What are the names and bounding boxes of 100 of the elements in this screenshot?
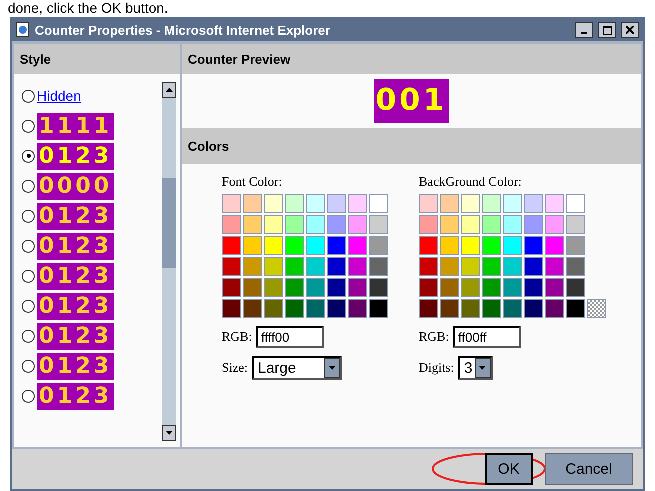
color-swatch[interactable] — [222, 215, 241, 234]
color-swatch[interactable] — [264, 299, 283, 318]
counter-style-sample[interactable]: 0123 — [37, 352, 114, 380]
color-swatch[interactable] — [327, 257, 346, 276]
color-swatch[interactable] — [369, 236, 388, 255]
color-swatch[interactable] — [545, 194, 564, 213]
color-swatch[interactable] — [566, 236, 585, 255]
counter-style-sample[interactable]: 0000 — [37, 172, 114, 200]
counter-style-sample[interactable]: 0123 — [37, 202, 114, 230]
color-swatch[interactable] — [264, 236, 283, 255]
color-swatch[interactable] — [503, 299, 522, 318]
color-swatch[interactable] — [566, 257, 585, 276]
color-swatch[interactable] — [461, 194, 480, 213]
color-swatch[interactable] — [369, 257, 388, 276]
radio-button[interactable] — [22, 390, 35, 402]
color-swatch[interactable] — [264, 278, 283, 297]
color-swatch[interactable] — [461, 278, 480, 297]
ok-button[interactable]: OK — [485, 453, 533, 485]
transparent-swatch[interactable] — [587, 299, 606, 318]
color-swatch[interactable] — [285, 194, 304, 213]
color-swatch[interactable] — [243, 215, 262, 234]
color-swatch[interactable] — [482, 215, 501, 234]
color-swatch[interactable] — [503, 194, 522, 213]
color-swatch[interactable] — [222, 299, 241, 318]
color-swatch[interactable] — [243, 299, 262, 318]
color-swatch[interactable] — [369, 299, 388, 318]
radio-button[interactable] — [22, 330, 35, 342]
radio-button[interactable] — [22, 240, 35, 252]
radio-button[interactable] — [22, 120, 35, 132]
color-swatch[interactable] — [348, 278, 367, 297]
color-swatch[interactable] — [222, 278, 241, 297]
color-swatch[interactable] — [264, 215, 283, 234]
color-swatch[interactable] — [440, 194, 459, 213]
color-swatch[interactable] — [566, 194, 585, 213]
rgb-input[interactable]: ffff00 — [256, 326, 324, 348]
color-swatch[interactable] — [285, 236, 304, 255]
color-swatch[interactable] — [306, 257, 325, 276]
color-swatch[interactable] — [243, 194, 262, 213]
counter-style-sample[interactable]: 0123 — [37, 292, 114, 320]
radio-button[interactable] — [22, 360, 35, 372]
color-swatch[interactable] — [461, 299, 480, 318]
counter-style-sample[interactable]: 0123 — [37, 322, 114, 350]
color-swatch[interactable] — [306, 236, 325, 255]
counter-style-sample[interactable]: 0123 — [37, 232, 114, 260]
radio-button[interactable] — [22, 180, 35, 192]
color-swatch[interactable] — [482, 236, 501, 255]
color-swatch[interactable] — [348, 194, 367, 213]
color-swatch[interactable] — [419, 236, 438, 255]
color-swatch[interactable] — [348, 299, 367, 318]
color-swatch[interactable] — [222, 236, 241, 255]
counter-style-sample[interactable]: 1111 — [37, 112, 114, 140]
color-swatch[interactable] — [503, 257, 522, 276]
radio-button[interactable] — [22, 270, 35, 282]
color-swatch[interactable] — [369, 278, 388, 297]
radio-button[interactable] — [22, 150, 35, 162]
maximize-button[interactable] — [598, 22, 616, 38]
radio-button[interactable] — [22, 210, 35, 222]
color-swatch[interactable] — [419, 299, 438, 318]
color-swatch[interactable] — [243, 257, 262, 276]
color-swatch[interactable] — [327, 215, 346, 234]
counter-style-sample[interactable]: 0123 — [37, 142, 114, 170]
color-swatch[interactable] — [327, 299, 346, 318]
size-dropdown[interactable]: Large — [252, 356, 342, 380]
color-swatch[interactable] — [461, 236, 480, 255]
color-swatch[interactable] — [566, 299, 585, 318]
color-swatch[interactable] — [566, 215, 585, 234]
color-swatch[interactable] — [369, 194, 388, 213]
counter-style-sample[interactable]: 0123 — [37, 382, 114, 410]
color-swatch[interactable] — [545, 257, 564, 276]
hidden-link[interactable]: Hidden — [37, 88, 82, 104]
color-swatch[interactable] — [306, 299, 325, 318]
color-swatch[interactable] — [440, 278, 459, 297]
color-swatch[interactable] — [503, 215, 522, 234]
color-swatch[interactable] — [440, 236, 459, 255]
color-swatch[interactable] — [545, 215, 564, 234]
color-swatch[interactable] — [482, 257, 501, 276]
color-swatch[interactable] — [264, 257, 283, 276]
color-swatch[interactable] — [222, 257, 241, 276]
color-swatch[interactable] — [545, 278, 564, 297]
color-swatch[interactable] — [524, 215, 543, 234]
close-button[interactable] — [621, 22, 639, 38]
color-swatch[interactable] — [482, 194, 501, 213]
color-swatch[interactable] — [243, 278, 262, 297]
color-swatch[interactable] — [461, 215, 480, 234]
color-swatch[interactable] — [440, 257, 459, 276]
color-swatch[interactable] — [419, 278, 438, 297]
color-swatch[interactable] — [482, 278, 501, 297]
color-swatch[interactable] — [524, 194, 543, 213]
digits-dropdown[interactable]: 3 — [458, 356, 493, 380]
color-swatch[interactable] — [264, 194, 283, 213]
color-swatch[interactable] — [348, 215, 367, 234]
color-swatch[interactable] — [461, 257, 480, 276]
cancel-button[interactable]: Cancel — [545, 453, 633, 485]
color-swatch[interactable] — [306, 194, 325, 213]
color-swatch[interactable] — [440, 299, 459, 318]
color-swatch[interactable] — [285, 257, 304, 276]
color-swatch[interactable] — [566, 278, 585, 297]
color-swatch[interactable] — [285, 299, 304, 318]
color-swatch[interactable] — [419, 215, 438, 234]
color-swatch[interactable] — [419, 194, 438, 213]
